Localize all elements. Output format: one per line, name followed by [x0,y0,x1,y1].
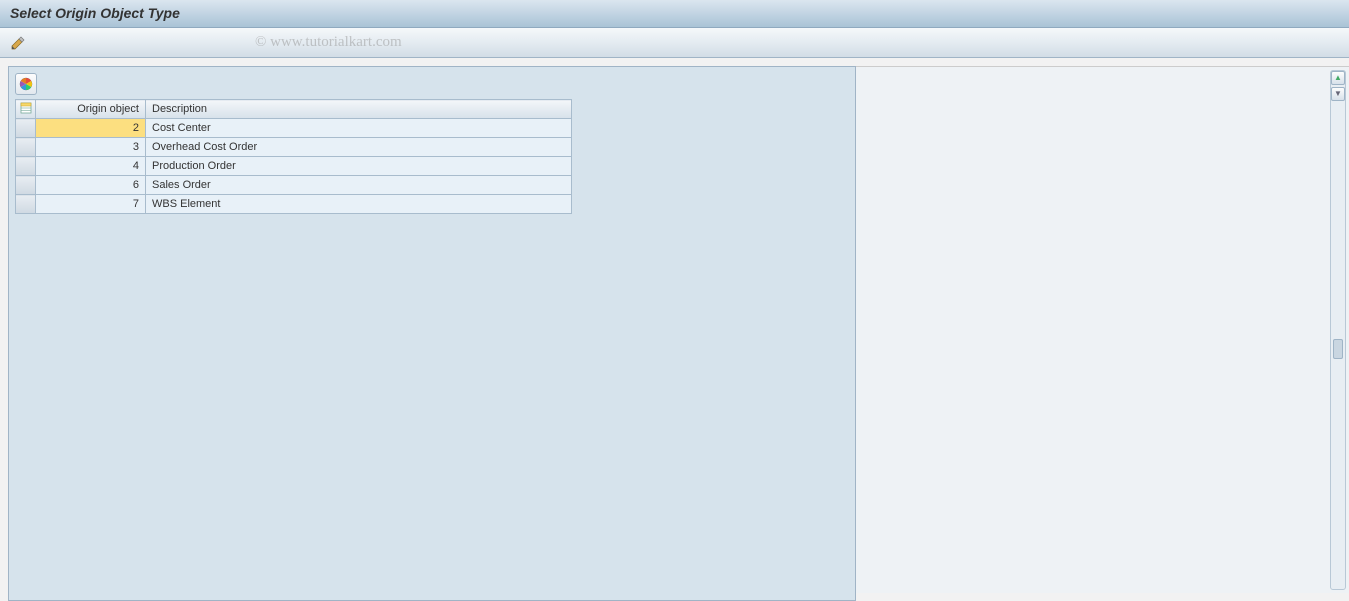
origin-object-table: Origin object Description 2Cost Center3O… [15,99,572,214]
table-select-icon [20,102,32,114]
table-toolbar [15,73,849,95]
main-panel: Origin object Description 2Cost Center3O… [8,66,856,601]
table-row[interactable]: 7WBS Element [16,195,572,214]
content-wrapper: Origin object Description 2Cost Center3O… [0,58,1349,593]
table-row[interactable]: 6Sales Order [16,176,572,195]
table-header-row: Origin object Description [16,100,572,119]
cell-description[interactable]: Overhead Cost Order [146,138,572,157]
row-selector[interactable] [16,195,36,214]
cell-origin-object[interactable]: 6 [36,176,146,195]
vertical-scrollbar[interactable]: ▲ ▼ [1330,70,1346,590]
column-header-origin[interactable]: Origin object [36,100,146,119]
row-selector[interactable] [16,119,36,138]
watermark-text: © www.tutorialkart.com [255,34,402,51]
chevron-down-icon: ▼ [1334,90,1342,98]
select-all-button[interactable] [16,100,36,119]
scroll-down-button[interactable]: ▼ [1331,87,1345,101]
row-selector[interactable] [16,138,36,157]
color-wheel-icon [19,77,33,91]
cell-origin-object[interactable]: 3 [36,138,146,157]
scroll-up-button[interactable]: ▲ [1331,71,1345,85]
chevron-up-icon: ▲ [1334,74,1342,82]
row-selector[interactable] [16,176,36,195]
cell-description[interactable]: Sales Order [146,176,572,195]
row-selector[interactable] [16,157,36,176]
cell-description[interactable]: Production Order [146,157,572,176]
page-title: Select Origin Object Type [10,5,180,21]
scroll-grip[interactable] [1333,339,1343,359]
side-blank-panel: ▲ ▼ [856,66,1349,593]
cell-description[interactable]: Cost Center [146,119,572,138]
pencil-icon [10,35,26,51]
table-row[interactable]: 2Cost Center [16,119,572,138]
edit-button[interactable] [6,32,30,54]
color-legend-button[interactable] [15,73,37,95]
cell-origin-object[interactable]: 7 [36,195,146,214]
table-row[interactable]: 3Overhead Cost Order [16,138,572,157]
cell-origin-object[interactable]: 4 [36,157,146,176]
column-header-description[interactable]: Description [146,100,572,119]
cell-origin-object[interactable]: 2 [36,119,146,138]
cell-description[interactable]: WBS Element [146,195,572,214]
app-toolbar: © www.tutorialkart.com [0,28,1349,58]
window-title-bar: Select Origin Object Type [0,0,1349,28]
table-row[interactable]: 4Production Order [16,157,572,176]
